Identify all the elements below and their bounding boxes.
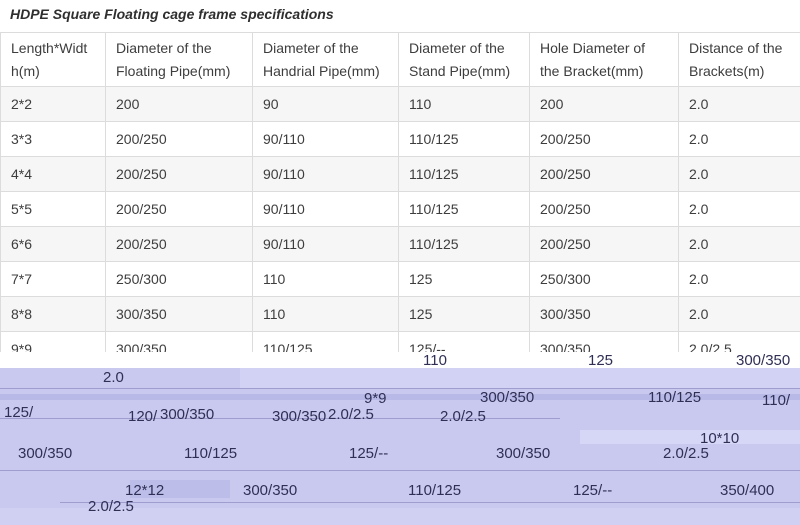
glitch-line xyxy=(60,502,800,503)
glitch-text: 125/ xyxy=(4,404,34,421)
cell-handrail-pipe: 90/110 xyxy=(252,191,399,227)
spec-table: Length*Widt h(m) Diameter of the Floating … xyxy=(0,32,800,367)
glitch-text: 300/350 xyxy=(736,352,791,369)
cell-bracket-hole: 200/250 xyxy=(529,191,679,227)
cell-bracket-distance: 2.0 xyxy=(678,226,800,262)
cell-floating-pipe: 300/350 xyxy=(105,296,253,332)
cell-bracket-hole: 300/350 xyxy=(529,296,679,332)
cell-bracket-distance: 2.0 xyxy=(678,261,800,297)
glitch-line xyxy=(0,470,800,471)
table-row: 5*5 200/250 90/110 110/125 200/250 2.0 xyxy=(0,191,800,227)
cell-stand-pipe: 125 xyxy=(398,296,530,332)
header-floating-pipe: Diameter of the Floating Pipe(mm) xyxy=(105,32,253,87)
cell-floating-pipe: 200/250 xyxy=(105,121,253,157)
table-row: 6*6 200/250 90/110 110/125 200/250 2.0 xyxy=(0,226,800,262)
cell-size: 3*3 xyxy=(0,121,106,157)
cell-size: 8*8 xyxy=(0,296,106,332)
glitch-text: 110/125 xyxy=(648,389,702,406)
cell-stand-pipe: 110/125 xyxy=(398,156,530,192)
glitch-text: 125/-- xyxy=(349,445,389,462)
header-size: Length*Widt h(m) xyxy=(0,32,106,87)
glitch-text: 12*12 xyxy=(125,482,165,499)
cell-size: 7*7 xyxy=(0,261,106,297)
cell-handrail-pipe: 90 xyxy=(252,86,399,122)
glitch-text: 300/350 xyxy=(480,389,535,406)
table-row: 2*2 200 90 110 200 2.0 xyxy=(0,86,800,122)
cell-floating-pipe: 200/250 xyxy=(105,156,253,192)
glitch-text: 125/-- xyxy=(573,482,613,499)
corrupted-image-region: 110 125 300/350 2.0 9*9 300/350 110/125 … xyxy=(0,352,800,525)
cell-floating-pipe: 200/250 xyxy=(105,191,253,227)
cell-stand-pipe: 110 xyxy=(398,86,530,122)
cell-floating-pipe: 200/250 xyxy=(105,226,253,262)
cell-size: 4*4 xyxy=(0,156,106,192)
glitch-text: 110/125 xyxy=(408,482,462,499)
glitch-band xyxy=(0,352,800,368)
glitch-text: 2.0/2.5 xyxy=(440,408,486,425)
table-title: HDPE Square Floating cage frame specific… xyxy=(10,6,334,22)
cell-handrail-pipe: 90/110 xyxy=(252,156,399,192)
cell-bracket-distance: 2.0 xyxy=(678,296,800,332)
glitch-text: 300/350 xyxy=(18,445,73,462)
glitch-text: 2.0/2.5 xyxy=(88,498,134,515)
glitch-text: 2.0/2.5 xyxy=(328,406,374,423)
glitch-text: 2.0 xyxy=(103,369,124,386)
cell-bracket-distance: 2.0 xyxy=(678,191,800,227)
glitch-text: 300/350 xyxy=(272,408,327,425)
cell-size: 5*5 xyxy=(0,191,106,227)
table-row: 8*8 300/350 110 125 300/350 2.0 xyxy=(0,296,800,332)
table-row: 3*3 200/250 90/110 110/125 200/250 2.0 xyxy=(0,121,800,157)
table-header-row: Length*Widt h(m) Diameter of the Floating … xyxy=(0,32,800,87)
cell-handrail-pipe: 110 xyxy=(252,296,399,332)
cell-bracket-distance: 2.0 xyxy=(678,86,800,122)
cell-floating-pipe: 250/300 xyxy=(105,261,253,297)
cell-bracket-hole: 200/250 xyxy=(529,226,679,262)
cell-bracket-hole: 200/250 xyxy=(529,121,679,157)
glitch-text: 110/ xyxy=(762,392,791,409)
glitch-band xyxy=(240,368,800,388)
glitch-band xyxy=(580,430,800,444)
cell-bracket-hole: 250/300 xyxy=(529,261,679,297)
cell-floating-pipe: 200 xyxy=(105,86,253,122)
glitch-text: 110 xyxy=(423,352,447,369)
cell-handrail-pipe: 90/110 xyxy=(252,226,399,262)
glitch-text: 9*9 xyxy=(364,390,387,407)
header-handrail-pipe: Diameter of the Handrial Pipe(mm) xyxy=(252,32,399,87)
glitch-text: 350/400 xyxy=(720,482,775,499)
header-stand-pipe: Diameter of the Stand Pipe(mm) xyxy=(398,32,530,87)
glitch-text: 125 xyxy=(588,352,614,369)
cell-stand-pipe: 110/125 xyxy=(398,226,530,262)
header-bracket-distance: Distance of the Brackets(m) xyxy=(678,32,800,87)
glitch-text: 2.0/2.5 xyxy=(663,445,709,462)
cell-handrail-pipe: 110 xyxy=(252,261,399,297)
glitch-text: 300/350 xyxy=(496,445,551,462)
glitch-text: 300/350 xyxy=(160,406,215,423)
cell-stand-pipe: 125 xyxy=(398,261,530,297)
glitch-text: 110/125 xyxy=(184,445,238,462)
cell-stand-pipe: 110/125 xyxy=(398,191,530,227)
cell-size: 2*2 xyxy=(0,86,106,122)
cell-size: 6*6 xyxy=(0,226,106,262)
cell-bracket-distance: 2.0 xyxy=(678,156,800,192)
header-bracket-hole: Hole Diameter of the Bracket(mm) xyxy=(529,32,679,87)
cell-handrail-pipe: 90/110 xyxy=(252,121,399,157)
table-row: 7*7 250/300 110 125 250/300 2.0 xyxy=(0,261,800,297)
glitch-text: 120/ xyxy=(128,408,158,425)
table-row: 4*4 200/250 90/110 110/125 200/250 2.0 xyxy=(0,156,800,192)
glitch-text: 300/350 xyxy=(243,482,298,499)
cell-bracket-distance: 2.0 xyxy=(678,121,800,157)
cell-bracket-hole: 200 xyxy=(529,86,679,122)
cell-bracket-hole: 200/250 xyxy=(529,156,679,192)
cell-stand-pipe: 110/125 xyxy=(398,121,530,157)
